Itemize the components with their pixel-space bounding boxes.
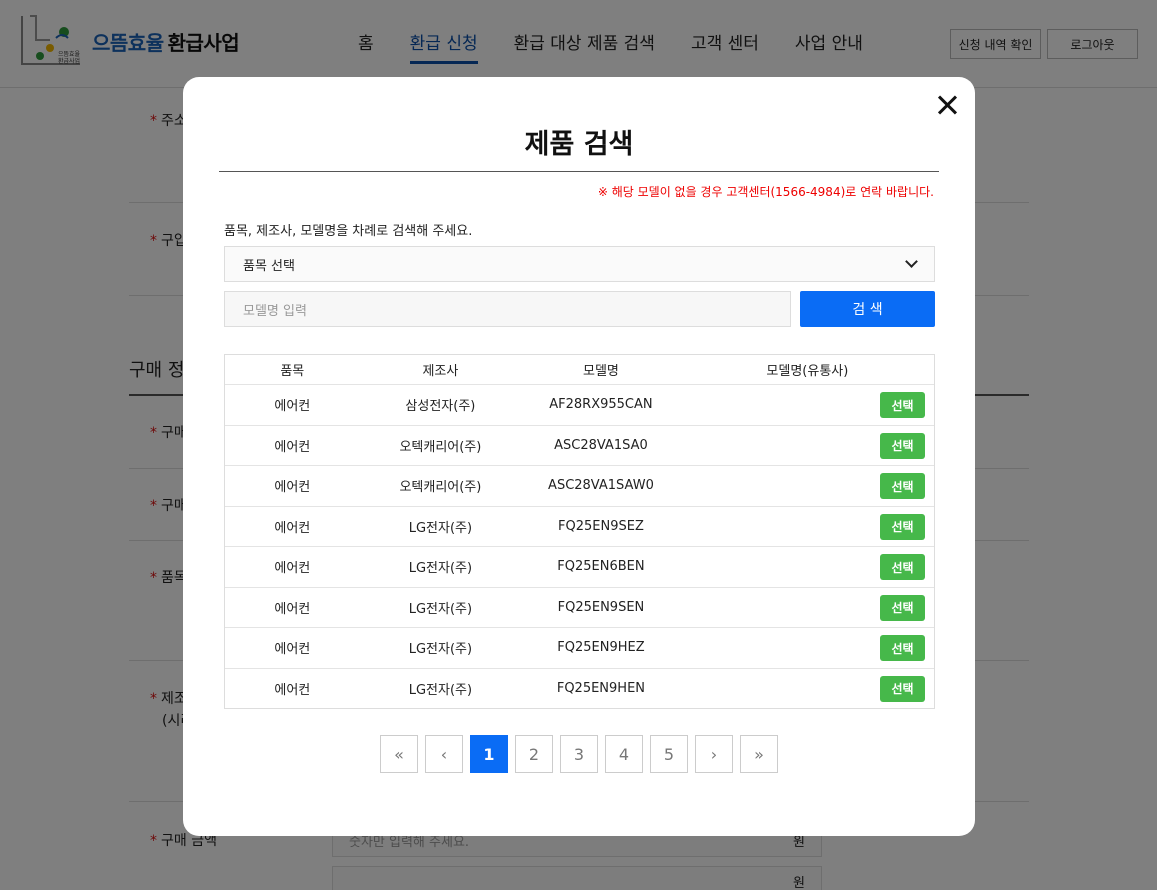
cell-distributor-model: 선택: [681, 547, 934, 587]
cell-distributor-model: 선택: [681, 385, 934, 425]
cell-category: 에어컨: [274, 642, 311, 658]
select-button[interactable]: 선택: [880, 554, 925, 580]
cell-manufacturer: LG전자(주): [408, 682, 473, 698]
prev-page-button[interactable]: ‹: [425, 735, 463, 773]
close-icon[interactable]: [935, 93, 959, 117]
search-instruction: 품목, 제조사, 모델명을 차례로 검색해 주세요.: [224, 224, 473, 239]
cell-distributor-model: 선택: [681, 426, 934, 466]
cell-model: ASC28VA1SA0: [554, 437, 648, 453]
column-header-distributor-model: 모델명(유통사): [766, 364, 849, 379]
cell-category: 에어컨: [274, 439, 311, 455]
cell-manufacturer: 오텍캐리어(주): [399, 439, 482, 455]
table-row: 에어컨 LG전자(주) FQ25EN6BEN 선택: [225, 546, 934, 587]
page-button-5[interactable]: 5: [650, 735, 688, 773]
category-select-value: 품목 선택: [243, 258, 295, 274]
contact-notice: ※ 해당 모델이 없을 경우 고객센터(1566-4984)로 연락 바랍니다.: [597, 185, 934, 199]
column-header-category: 품목: [280, 364, 305, 379]
last-page-button[interactable]: »: [740, 735, 778, 773]
title-divider: [219, 171, 939, 172]
cell-manufacturer: 오텍캐리어(주): [399, 480, 482, 496]
model-name-input[interactable]: 모델명 입력: [224, 291, 791, 327]
cell-category: 에어컨: [274, 480, 311, 496]
column-header-manufacturer: 제조사: [422, 364, 459, 379]
cell-category: 에어컨: [274, 520, 311, 536]
select-button[interactable]: 선택: [880, 473, 925, 499]
cell-manufacturer: LG전자(주): [408, 642, 473, 658]
cell-category: 에어컨: [274, 601, 311, 617]
search-button[interactable]: 검 색: [800, 291, 935, 327]
next-page-button[interactable]: ›: [695, 735, 733, 773]
cell-model: FQ25EN9SEN: [557, 599, 645, 615]
cell-manufacturer: LG전자(주): [408, 601, 473, 617]
cell-distributor-model: 선택: [681, 588, 934, 628]
cell-model: FQ25EN9HEZ: [557, 640, 645, 656]
cell-model: FQ25EN9HEN: [556, 680, 646, 696]
select-button[interactable]: 선택: [880, 392, 925, 418]
first-page-button[interactable]: «: [380, 735, 418, 773]
cell-distributor-model: 선택: [681, 466, 934, 506]
table-row: 에어컨 LG전자(주) FQ25EN9SEN 선택: [225, 586, 934, 628]
table-row: 에어컨 오텍캐리어(주) ASC28VA1SA0 선택: [225, 424, 934, 466]
select-button[interactable]: 선택: [880, 513, 925, 540]
cell-category: 에어컨: [274, 399, 311, 415]
table-row: 에어컨 LG전자(주) FQ25EN9HEZ 선택: [225, 627, 934, 668]
cell-manufacturer: LG전자(주): [408, 520, 473, 536]
category-select[interactable]: 품목 선택: [224, 246, 935, 282]
cell-model: AF28RX955CAN: [549, 397, 653, 413]
table-row: 에어컨 삼성전자(주) AF28RX955CAN 선택: [225, 384, 934, 425]
table-header: 품목 제조사 모델명 모델명(유통사): [225, 355, 934, 384]
chevron-down-icon: [905, 255, 918, 268]
cell-manufacturer: 삼성전자(주): [405, 399, 476, 415]
column-header-model: 모델명: [583, 364, 619, 379]
page-button-1[interactable]: 1: [470, 735, 508, 773]
select-button[interactable]: 선택: [880, 432, 925, 459]
cell-distributor-model: 선택: [681, 669, 934, 709]
pagination: « ‹ 1 2 3 4 5 › »: [380, 735, 778, 773]
page-button-2[interactable]: 2: [515, 735, 553, 773]
cell-model: FQ25EN9SEZ: [558, 518, 644, 534]
cell-category: 에어컨: [274, 561, 311, 577]
modal-title: 제품 검색: [524, 129, 634, 160]
select-button[interactable]: 선택: [880, 675, 925, 702]
cell-distributor-model: 선택: [681, 628, 934, 668]
table-row: 에어컨 LG전자(주) FQ25EN9SEZ 선택: [225, 505, 934, 547]
select-button[interactable]: 선택: [880, 594, 925, 621]
cell-manufacturer: LG전자(주): [408, 561, 473, 577]
table-row: 에어컨 오텍캐리어(주) ASC28VA1SAW0 선택: [225, 465, 934, 506]
cell-category: 에어컨: [274, 682, 311, 698]
select-button[interactable]: 선택: [880, 635, 925, 661]
product-search-modal: 제품 검색 ※ 해당 모델이 없을 경우 고객센터(1566-4984)로 연락…: [183, 77, 975, 836]
cell-model: ASC28VA1SAW0: [548, 478, 654, 494]
table-row: 에어컨 LG전자(주) FQ25EN9HEN 선택: [225, 667, 934, 709]
results-table: 품목 제조사 모델명 모델명(유통사) 에어컨 삼성전자(주) AF28RX95…: [224, 354, 935, 709]
page-button-3[interactable]: 3: [560, 735, 598, 773]
cell-distributor-model: 선택: [681, 507, 934, 547]
cell-model: FQ25EN6BEN: [557, 559, 645, 575]
page-button-4[interactable]: 4: [605, 735, 643, 773]
